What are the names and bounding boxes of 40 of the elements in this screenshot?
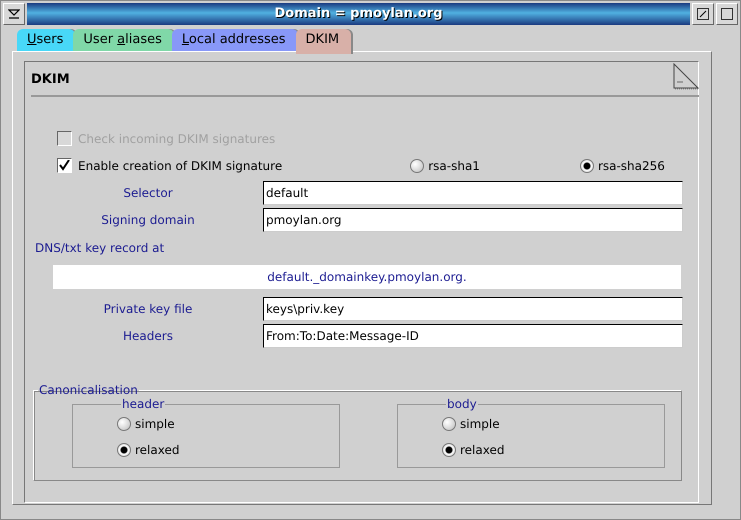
field-label: Private key file	[102, 302, 194, 316]
radio-button[interactable]	[117, 417, 131, 431]
menu-icon	[8, 8, 20, 20]
input-field[interactable]: pmoylan.org	[263, 208, 683, 232]
field-label: Headers	[122, 328, 174, 342]
radio-label: simple	[460, 417, 500, 431]
radio-label: rsa-sha1	[428, 158, 480, 172]
maximize-button[interactable]	[716, 3, 738, 25]
tab[interactable]: Local addresses	[172, 29, 298, 51]
field-label: Signing domain	[100, 212, 196, 226]
maximize-icon	[721, 8, 733, 20]
radio-label: relaxed	[460, 443, 504, 457]
radio-button[interactable]	[442, 417, 456, 431]
radio-label: simple	[135, 417, 175, 431]
window-title: Domain = pmoylan.org	[27, 3, 690, 25]
tab[interactable]: Users	[17, 29, 76, 51]
tab[interactable]: User aliases	[73, 29, 174, 51]
field-label: Selector	[122, 186, 174, 200]
dns-record-label: DNS/txt key record at	[35, 241, 164, 255]
radio-button[interactable]	[580, 158, 594, 172]
checkbox[interactable]	[57, 158, 72, 173]
radio-button[interactable]	[410, 158, 424, 172]
group-title: Canonicalisation	[38, 383, 139, 397]
minimize-button[interactable]	[692, 3, 714, 25]
page-corner-icon[interactable]	[673, 63, 699, 91]
radio-button[interactable]	[442, 443, 456, 457]
radio-button[interactable]	[117, 443, 131, 457]
input-field[interactable]: keys\priv.key	[263, 296, 683, 320]
minimize-icon	[697, 8, 709, 20]
input-field[interactable]: From:To:Date:Message-ID	[263, 324, 683, 348]
dns-record-value: default._domainkey.pmoylan.org.	[53, 265, 681, 289]
group-title: body	[446, 397, 478, 411]
checkbox-label: Enable creation of DKIM signature	[78, 158, 282, 172]
page-heading: DKIM	[31, 71, 70, 89]
radio-label: rsa-sha256	[598, 158, 665, 172]
input-field[interactable]: default	[263, 180, 683, 204]
group-title: header	[121, 397, 166, 411]
radio-label: relaxed	[135, 443, 180, 457]
system-menu-button[interactable]	[3, 3, 25, 25]
tab[interactable]: DKIM	[296, 29, 352, 54]
